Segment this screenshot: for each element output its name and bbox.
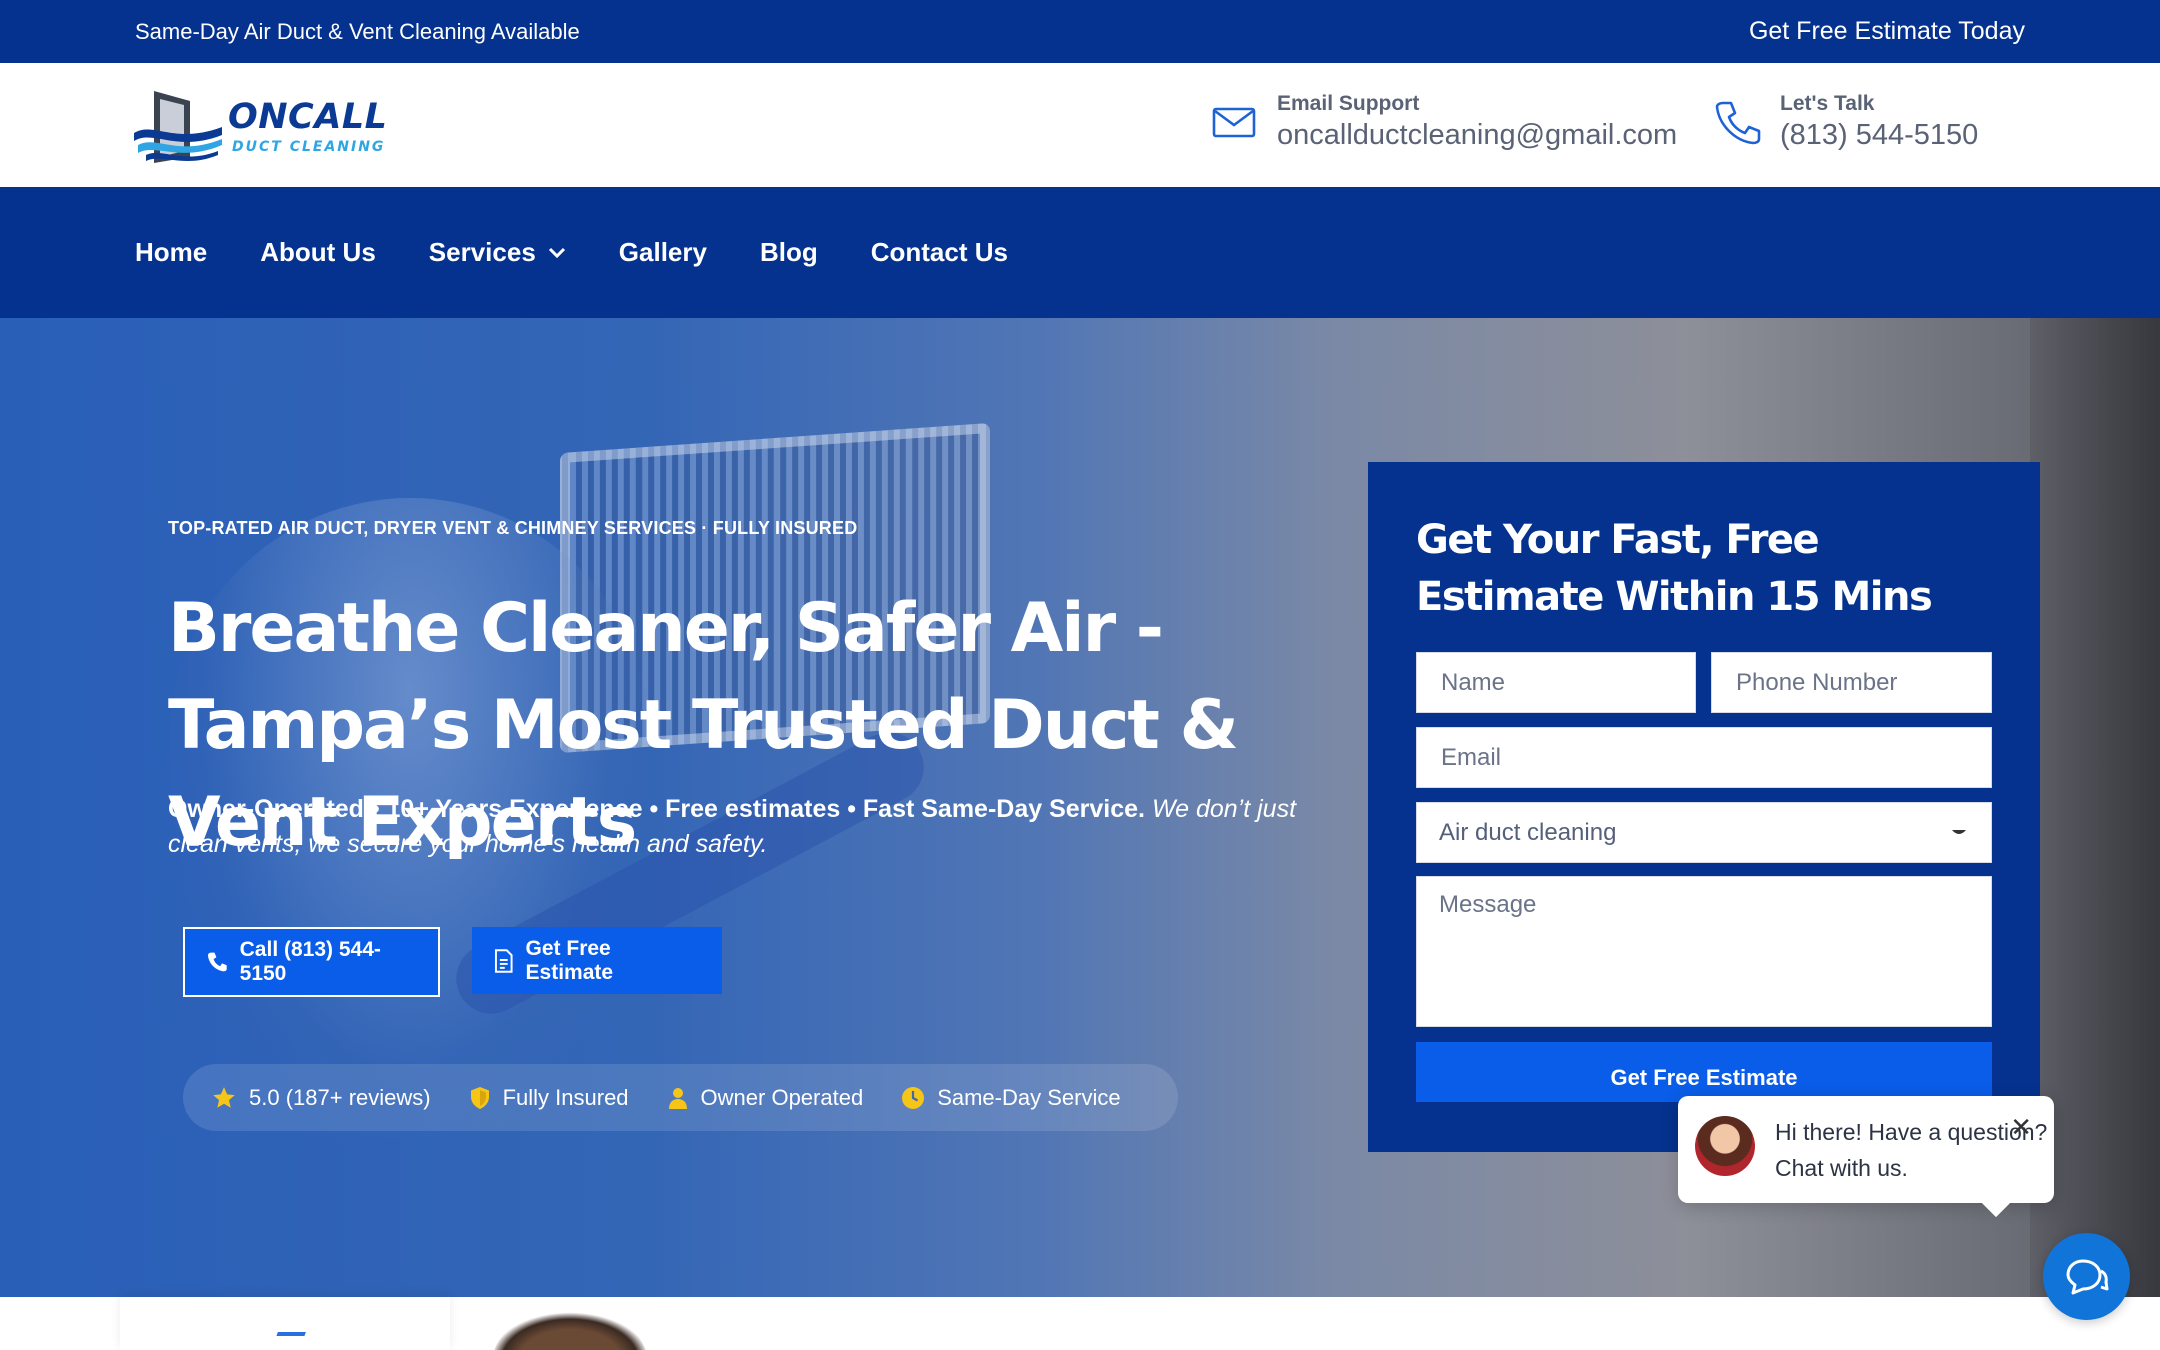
trust-insured-text: Fully Insured (502, 1084, 629, 1110)
phone-icon (1715, 101, 1761, 145)
clock-icon (902, 1086, 925, 1109)
estimate-button-label: Get Free Estimate (525, 936, 614, 984)
trust-same-day-text: Same-Day Service (937, 1084, 1121, 1110)
call-button[interactable]: Call (813) 544-5150 (183, 927, 440, 997)
trust-owner-text: Owner Operated (700, 1084, 864, 1110)
form-submit-button[interactable]: Get Free Estimate (1416, 1042, 1992, 1102)
chat-line-2: Chat with us. (1775, 1155, 1908, 1181)
document-icon (494, 948, 513, 973)
person-icon (668, 1087, 687, 1109)
phone-number[interactable]: (813) 544-5150 (1780, 119, 1978, 152)
phone-label: Let's Talk (1780, 92, 1875, 115)
agent-avatar (1695, 1116, 1755, 1176)
duct-logo-icon (134, 91, 222, 163)
chat-line-1: Hi there! Have a question? (1775, 1119, 2048, 1145)
nav-contact-us[interactable]: Contact Us (871, 237, 1008, 268)
brand-logo[interactable]: ONCALL DUCT CLEANING (132, 87, 402, 167)
chat-launcher-button[interactable] (2043, 1233, 2130, 1320)
estimate-form-card: Get Your Fast, Free Estimate Within 15 M… (1368, 462, 2040, 1152)
announcement-text: Same-Day Air Duct & Vent Cleaning Availa… (135, 19, 580, 44)
close-icon[interactable]: ✕ (2010, 1112, 2032, 1143)
nav-gallery[interactable]: Gallery (619, 237, 707, 268)
next-section-card (120, 1297, 450, 1350)
nav-services[interactable]: Services (429, 237, 566, 268)
trust-same-day: Same-Day Service (901, 1084, 1121, 1111)
free-estimate-link[interactable]: Get Free Estimate Today (1749, 17, 2025, 46)
phone-field[interactable]: Phone Number (1711, 652, 1992, 713)
trust-reviews-text: 5.0 (187+ reviews) (249, 1084, 431, 1110)
service-select-value: Air duct cleaning (1439, 818, 1617, 846)
trust-reviews: 5.0 (187+ reviews) (211, 1085, 431, 1111)
chat-popup[interactable]: Hi there! Have a question? Chat with us.… (1678, 1096, 2054, 1218)
caret-down-icon (1952, 829, 1966, 834)
name-field[interactable]: Name (1416, 652, 1696, 713)
chevron-down-icon (548, 247, 565, 258)
email-address[interactable]: oncallductcleaning@gmail.com (1277, 119, 1677, 152)
nav-blog[interactable]: Blog (760, 237, 818, 268)
call-button-label: Call (813) 544-5150 (239, 938, 381, 985)
chat-bubble-icon (2066, 1259, 2108, 1294)
brand-name: ONCALL (228, 97, 388, 137)
nav-about-us[interactable]: About Us (260, 237, 376, 268)
trust-insured: Fully Insured (469, 1085, 629, 1111)
hero-eyebrow: TOP-RATED AIR DUCT, DRYER VENT & CHIMNEY… (168, 518, 858, 538)
announcement-bar: Same-Day Air Duct & Vent Cleaning Availa… (0, 0, 2160, 63)
form-title: Get Your Fast, Free Estimate Within 15 M… (1416, 517, 1933, 620)
message-field[interactable]: Message (1416, 876, 1992, 1027)
brand-tagline: DUCT CLEANING (232, 139, 386, 155)
trust-owner: Owner Operated (667, 1084, 864, 1111)
next-section-photo (490, 1312, 650, 1350)
get-free-estimate-button[interactable]: Get Free Estimate (472, 927, 722, 994)
star-icon (213, 1086, 235, 1108)
nav-services-label: Services (428, 237, 536, 267)
hero-lede-bold: Owner-Operated • 10+ Years Experience • … (168, 795, 1146, 823)
nav-home[interactable]: Home (135, 237, 207, 268)
phone-icon (207, 952, 227, 972)
trust-badges: 5.0 (187+ reviews) Fully Insured Owner O… (183, 1064, 1178, 1131)
email-field[interactable]: Email (1416, 727, 1992, 788)
shield-icon (470, 1086, 489, 1109)
service-select[interactable]: Air duct cleaning (1416, 802, 1992, 863)
mail-icon (1212, 107, 1256, 138)
feature-icon (272, 1332, 306, 1348)
hero-lede: Owner-Operated • 10+ Years Experience • … (168, 792, 1318, 862)
main-navigation: Home About Us Services Gallery Blog Cont… (0, 187, 2160, 318)
chat-message: Hi there! Have a question? Chat with us. (1775, 1114, 2047, 1186)
site-header: ONCALL DUCT CLEANING Email Support oncal… (0, 63, 2160, 187)
email-label: Email Support (1277, 92, 1420, 115)
